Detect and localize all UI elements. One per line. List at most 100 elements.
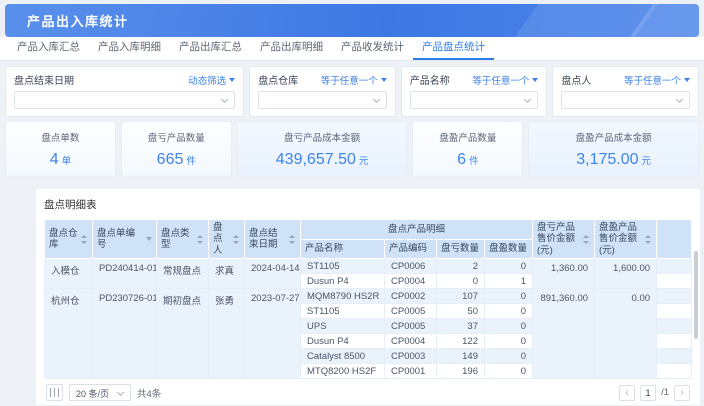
cell-product-code: CP0004	[385, 334, 437, 349]
cell-surplus-qty: 0	[485, 259, 533, 274]
cell-product-name: Dusun P4	[301, 274, 385, 289]
filter-operator-link[interactable]: 等于任意一个	[624, 73, 690, 87]
cell-end-date: 2023-07-27	[245, 289, 301, 379]
filter-operator-link[interactable]: 等于任意一个	[321, 73, 387, 87]
stat-card-1: 盘点单数4单	[5, 121, 116, 177]
column-header-loss-amount[interactable]: 盘亏产品售价金额(元)	[533, 220, 595, 259]
chevron-down-icon	[221, 96, 228, 103]
cell-product-name: ST1105	[301, 304, 385, 319]
cell-loss-qty: 196	[437, 364, 485, 379]
column-header-end-date[interactable]: 盘点结束日期	[245, 220, 301, 259]
filter-select[interactable]	[410, 91, 539, 109]
cell-product-name: MQM8790 HS2R	[301, 289, 385, 304]
sort-icon[interactable]	[583, 235, 590, 244]
stat-value: 439,657.50元	[276, 151, 369, 169]
filter-card-2: 盘点仓库等于任意一个	[249, 66, 396, 117]
stat-value: 665件	[157, 151, 196, 169]
next-page-button[interactable]: ›	[674, 385, 690, 401]
sort-icon[interactable]	[289, 235, 296, 244]
filter-card-1: 盘点结束日期 动态筛选	[5, 66, 244, 117]
chevron-down-icon	[117, 389, 124, 396]
stat-unit: 元	[359, 156, 369, 167]
column-settings-icon[interactable]	[46, 384, 63, 401]
filter-label: 盘点结束日期	[14, 72, 74, 87]
cell-surplus-qty: 0	[485, 334, 533, 349]
table-footer: 20 条/页 共4条 ‹ 1 /1 ›	[44, 379, 692, 406]
tab-5[interactable]: 产品收发统计	[332, 34, 413, 60]
filter-label: 盘点人	[561, 72, 591, 87]
current-page-button[interactable]: 1	[640, 385, 656, 401]
column-header-order-no[interactable]: 盘点单编号	[93, 220, 157, 259]
column-header-type[interactable]: 盘点类型	[157, 220, 209, 259]
table-body: 入模仓PD240414-01常规盘点求真2024-04-14ST1105CP00…	[45, 259, 692, 379]
filter-select[interactable]	[14, 91, 235, 109]
section-title: 盘点明细表	[44, 197, 692, 212]
filter-select[interactable]	[258, 91, 387, 109]
table-row: 入模仓PD240414-01常规盘点求真2024-04-14ST1105CP00…	[45, 259, 692, 274]
column-header-product-group[interactable]: 盘点产品明细	[301, 220, 533, 240]
filter-card-3: 产品名称 等于任意一个	[401, 66, 548, 117]
cell-surplus-amount: 0.00	[595, 289, 657, 379]
sort-icon[interactable]	[81, 235, 88, 244]
column-header-warehouse[interactable]: 盘点仓库	[45, 220, 93, 259]
stat-value: 6件	[457, 151, 478, 169]
cell-surplus-qty: 1	[485, 274, 533, 289]
column-header-product-name[interactable]: 产品名称	[301, 239, 385, 259]
filter-select[interactable]	[561, 91, 690, 109]
page-header-banner: 产品出入库统计	[5, 4, 699, 37]
stat-unit: 件	[469, 156, 479, 167]
cell-product-code: CP0004	[385, 274, 437, 289]
stat-unit: 件	[186, 156, 196, 167]
total-pages-label: /1	[661, 387, 669, 398]
sort-icon[interactable]	[233, 235, 240, 244]
cell-product-name: MTQ8200 HS2F	[301, 364, 385, 379]
stat-card-3: 盘亏产品成本金额439,657.50元	[237, 121, 408, 177]
cell-product-name: UPS	[301, 319, 385, 334]
tab-4[interactable]: 产品出库明细	[251, 34, 332, 60]
tab-3[interactable]: 产品出库汇总	[170, 34, 251, 60]
column-header-surplus-amount[interactable]: 盘盈产品售价金额(元)	[595, 220, 657, 259]
sort-icon[interactable]	[645, 235, 652, 244]
tab-2[interactable]: 产品入库明细	[89, 34, 170, 60]
filter-label: 产品名称	[410, 72, 450, 87]
column-header-product-code[interactable]: 产品编码	[385, 239, 437, 259]
cell-surplus-qty: 0	[485, 349, 533, 364]
cell-surplus-qty: 0	[485, 289, 533, 304]
cell-loss-qty: 122	[437, 334, 485, 349]
column-header-loss-qty[interactable]: 盘亏数量	[437, 239, 485, 259]
stat-cards: 盘点单数4单盘亏产品数量665件盘亏产品成本金额439,657.50元盘盈产品数…	[0, 121, 704, 183]
cell-empty	[657, 319, 692, 334]
tab-1[interactable]: 产品入库汇总	[8, 34, 89, 60]
sort-icon[interactable]	[197, 235, 204, 244]
cell-warehouse: 杭州仓	[45, 289, 93, 379]
stat-card-4: 盘盈产品数量6件	[412, 121, 523, 177]
stat-unit: 元	[642, 156, 652, 167]
filter-operator-link[interactable]: 等于任意一个	[472, 73, 538, 87]
filter-caret-icon[interactable]	[146, 237, 152, 241]
page-size-select[interactable]: 20 条/页	[69, 384, 131, 401]
cell-product-code: CP0003	[385, 349, 437, 364]
table-row: 杭州仓PD230726-01期初盘点张勇2023-07-27MQM8790 HS…	[45, 289, 692, 304]
column-header-surplus-qty[interactable]: 盘盈数量	[485, 239, 533, 259]
cell-person: 张勇	[209, 289, 245, 379]
filter-operator-link[interactable]: 动态筛选	[188, 73, 235, 87]
column-header-empty[interactable]	[657, 220, 692, 259]
cell-order-no: PD230726-01	[93, 289, 157, 379]
table-scrollbar[interactable]	[694, 251, 698, 339]
cell-empty	[657, 304, 692, 319]
cell-end-date: 2024-04-14	[245, 259, 301, 289]
column-header-person[interactable]: 盘点人	[209, 220, 245, 259]
detail-section: 盘点明细表 盘点仓库盘点单编号盘点类型盘点人盘点结束日期盘点产品明细盘亏产品售价…	[36, 189, 700, 405]
cell-warehouse: 入模仓	[45, 259, 93, 289]
cell-empty	[657, 274, 692, 289]
cell-empty	[657, 289, 692, 304]
cell-product-name: ST1105	[301, 259, 385, 274]
chevron-down-icon	[373, 96, 380, 103]
cell-product-code: CP0006	[385, 259, 437, 274]
caret-down-icon	[684, 78, 690, 82]
cell-loss-amount: 891,360.00	[533, 289, 595, 379]
tab-6-active[interactable]: 产品盘点统计	[413, 34, 494, 60]
prev-page-button[interactable]: ‹	[619, 385, 635, 401]
filter-card-4: 盘点人 等于任意一个	[552, 66, 699, 117]
page-size-value: 20 条/页	[76, 389, 109, 399]
